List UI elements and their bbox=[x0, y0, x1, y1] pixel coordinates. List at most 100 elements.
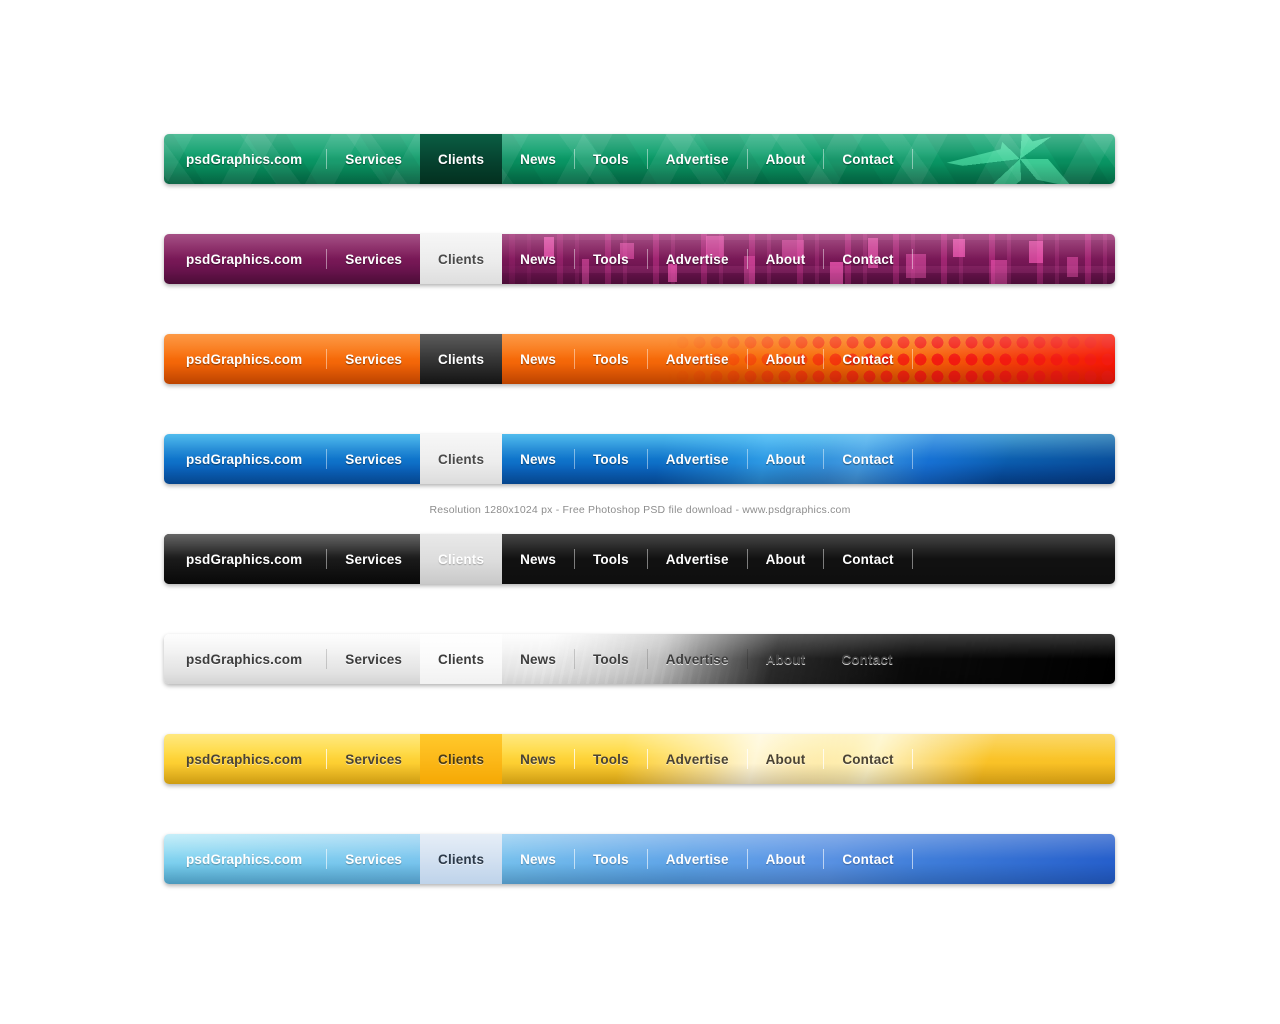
navbar-yellow-nav: psdGraphics.com Services Clients News To… bbox=[164, 734, 1115, 784]
nav-item-clients-yellow[interactable]: Clients bbox=[420, 734, 503, 784]
nav-item-services-gray[interactable]: Services bbox=[327, 634, 420, 684]
nav-item-news-purple[interactable]: News bbox=[502, 234, 574, 284]
nav-item-contact-purple[interactable]: Contact bbox=[824, 234, 911, 284]
nav-item-tools-blue[interactable]: Tools bbox=[575, 434, 647, 484]
navbar-purple: psdGraphics.com Services Clients News To… bbox=[164, 234, 1115, 284]
nav-item-services-rainbow[interactable]: Services bbox=[327, 534, 420, 584]
nav-item-clients-orange[interactable]: Clients bbox=[420, 334, 503, 384]
nav-item-advertise-purple[interactable]: Advertise bbox=[648, 234, 747, 284]
nav-item-about-rainbow[interactable]: About bbox=[748, 534, 824, 584]
nav-item-tools-yellow[interactable]: Tools bbox=[575, 734, 647, 784]
nav-item-advertise-lightblue[interactable]: Advertise bbox=[648, 834, 747, 884]
nav-item-advertise-yellow[interactable]: Advertise bbox=[648, 734, 747, 784]
nav-item-contact-gray[interactable]: Contact bbox=[823, 634, 910, 684]
nav-item-contact-rainbow[interactable]: Contact bbox=[824, 534, 911, 584]
navbar-lightblue-nav: psdGraphics.com Services Clients News To… bbox=[164, 834, 1115, 884]
nav-item-contact-yellow[interactable]: Contact bbox=[824, 734, 911, 784]
nav-separator bbox=[911, 549, 913, 569]
nav-item-label: Clients bbox=[438, 851, 485, 867]
nav-brand-rainbow[interactable]: psdGraphics.com bbox=[164, 534, 326, 584]
nav-item-news-yellow[interactable]: News bbox=[502, 734, 574, 784]
nav-item-advertise-blue[interactable]: Advertise bbox=[648, 434, 747, 484]
nav-item-clients-green[interactable]: Clients bbox=[420, 134, 503, 184]
nav-brand-blue[interactable]: psdGraphics.com bbox=[164, 434, 326, 484]
nav-item-label: Clients bbox=[438, 351, 485, 367]
nav-separator bbox=[911, 349, 913, 369]
nav-item-contact-green[interactable]: Contact bbox=[824, 134, 911, 184]
nav-item-about-blue[interactable]: About bbox=[748, 434, 824, 484]
nav-brand-lightblue[interactable]: psdGraphics.com bbox=[164, 834, 326, 884]
nav-brand-green[interactable]: psdGraphics.com bbox=[164, 134, 326, 184]
nav-item-contact-orange[interactable]: Contact bbox=[824, 334, 911, 384]
nav-item-news-rainbow[interactable]: News bbox=[502, 534, 574, 584]
nav-item-label: Clients bbox=[438, 251, 485, 267]
nav-item-news-lightblue[interactable]: News bbox=[502, 834, 574, 884]
navbar-gray: psdGraphics.com Services Clients News To… bbox=[164, 634, 1115, 684]
navbar-rainbow: psdGraphics.com Services Clients News To… bbox=[164, 534, 1115, 584]
nav-item-clients-rainbow[interactable]: Clients bbox=[420, 534, 503, 584]
nav-item-services-purple[interactable]: Services bbox=[327, 234, 420, 284]
navbar-gray-nav: psdGraphics.com Services Clients News To… bbox=[164, 634, 1115, 684]
nav-separator bbox=[911, 249, 913, 269]
nav-item-services-lightblue[interactable]: Services bbox=[327, 834, 420, 884]
nav-item-advertise-rainbow[interactable]: Advertise bbox=[648, 534, 747, 584]
nav-brand-gray[interactable]: psdGraphics.com bbox=[164, 634, 326, 684]
nav-item-services-yellow[interactable]: Services bbox=[327, 734, 420, 784]
navbar-orange: psdGraphics.com Services Clients News To… bbox=[164, 334, 1115, 384]
nav-item-clients-purple[interactable]: Clients bbox=[420, 234, 503, 284]
navbar-blue: psdGraphics.com Services Clients News To… bbox=[164, 434, 1115, 484]
nav-item-news-blue[interactable]: News bbox=[502, 434, 574, 484]
nav-item-advertise-gray[interactable]: Advertise bbox=[648, 634, 747, 684]
nav-item-tools-green[interactable]: Tools bbox=[575, 134, 647, 184]
navbar-green-nav: psdGraphics.com Services Clients News To… bbox=[164, 134, 1115, 184]
nav-item-advertise-green[interactable]: Advertise bbox=[648, 134, 747, 184]
nav-item-about-orange[interactable]: About bbox=[748, 334, 824, 384]
nav-separator bbox=[911, 449, 913, 469]
nav-item-about-yellow[interactable]: About bbox=[748, 734, 824, 784]
navbar-rainbow-nav: psdGraphics.com Services Clients News To… bbox=[164, 534, 1115, 584]
nav-item-tools-orange[interactable]: Tools bbox=[575, 334, 647, 384]
nav-item-news-green[interactable]: News bbox=[502, 134, 574, 184]
nav-separator bbox=[911, 149, 913, 169]
nav-item-label: Clients bbox=[438, 151, 485, 167]
resolution-caption: Resolution 1280x1024 px - Free Photoshop… bbox=[429, 504, 851, 516]
nav-item-label: Clients bbox=[438, 751, 485, 767]
nav-item-about-green[interactable]: About bbox=[748, 134, 824, 184]
nav-item-services-orange[interactable]: Services bbox=[327, 334, 420, 384]
nav-item-news-gray[interactable]: News bbox=[502, 634, 574, 684]
nav-item-contact-lightblue[interactable]: Contact bbox=[824, 834, 911, 884]
nav-item-about-purple[interactable]: About bbox=[748, 234, 824, 284]
navbar-blue-nav: psdGraphics.com Services Clients News To… bbox=[164, 434, 1115, 484]
nav-item-tools-purple[interactable]: Tools bbox=[575, 234, 647, 284]
nav-brand-orange[interactable]: psdGraphics.com bbox=[164, 334, 326, 384]
nav-item-tools-lightblue[interactable]: Tools bbox=[575, 834, 647, 884]
nav-separator bbox=[911, 749, 913, 769]
nav-item-services-green[interactable]: Services bbox=[327, 134, 420, 184]
nav-brand-yellow[interactable]: psdGraphics.com bbox=[164, 734, 326, 784]
nav-item-contact-blue[interactable]: Contact bbox=[824, 434, 911, 484]
nav-item-clients-gray[interactable]: Clients bbox=[420, 634, 503, 684]
navbar-yellow: psdGraphics.com Services Clients News To… bbox=[164, 734, 1115, 784]
nav-item-news-orange[interactable]: News bbox=[502, 334, 574, 384]
nav-item-tools-gray[interactable]: Tools bbox=[575, 634, 647, 684]
nav-item-about-gray[interactable]: About bbox=[748, 634, 824, 684]
nav-item-label: Clients bbox=[438, 651, 485, 667]
navbar-lightblue: psdGraphics.com Services Clients News To… bbox=[164, 834, 1115, 884]
nav-item-advertise-orange[interactable]: Advertise bbox=[648, 334, 747, 384]
nav-item-clients-lightblue[interactable]: Clients bbox=[420, 834, 503, 884]
nav-brand-purple[interactable]: psdGraphics.com bbox=[164, 234, 326, 284]
nav-item-label: Clients bbox=[438, 451, 485, 467]
nav-item-about-lightblue[interactable]: About bbox=[748, 834, 824, 884]
nav-item-clients-blue[interactable]: Clients bbox=[420, 434, 503, 484]
nav-item-services-blue[interactable]: Services bbox=[327, 434, 420, 484]
navigation-bar-showcase: psdGraphics.com Services Clients News To… bbox=[0, 0, 1280, 1024]
nav-item-tools-rainbow[interactable]: Tools bbox=[575, 534, 647, 584]
navbar-orange-nav: psdGraphics.com Services Clients News To… bbox=[164, 334, 1115, 384]
